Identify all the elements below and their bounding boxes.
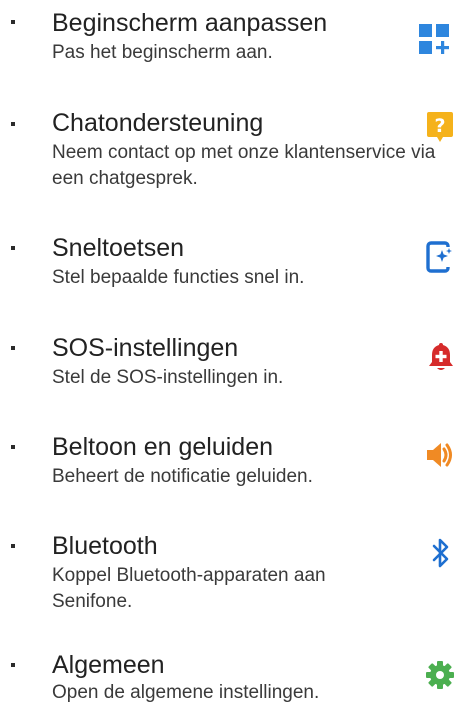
item-description: Open de algemene instellingen. [52, 682, 320, 703]
shortcut-phone-sparkle-icon [426, 241, 454, 273]
item-title: Beginscherm aanpassen [52, 9, 328, 37]
item-description: Stel bepaalde functies snel in. [52, 267, 305, 288]
item-description: Stel de SOS-instellingen in. [52, 367, 284, 388]
item-title: SOS-instellingen [52, 334, 239, 362]
sos-bell-icon [429, 343, 453, 370]
svg-text:?: ? [434, 115, 445, 137]
item-description: Koppel Bluetooth-apparaten aan Senifone. [52, 565, 326, 612]
item-title: Bluetooth [52, 532, 158, 560]
homescreen-grid-plus-icon [419, 24, 449, 54]
bullet [11, 445, 15, 449]
item-description: Beheert de notificatie geluiden. [52, 466, 313, 487]
bullet [11, 122, 15, 126]
bullet [11, 544, 15, 548]
item-title: Chatondersteuning [52, 109, 264, 137]
item-title: Algemeen [52, 651, 165, 679]
bullet [11, 663, 15, 667]
bullet [11, 20, 15, 24]
speaker-volume-icon [427, 443, 452, 467]
bullet [11, 346, 15, 350]
item-title: Beltoon en geluiden [52, 433, 274, 461]
item-description: Pas het beginscherm aan. [52, 42, 273, 63]
bluetooth-icon [432, 538, 449, 568]
gear-icon [426, 661, 454, 689]
bullet [11, 246, 15, 250]
chat-question-icon: ? [427, 112, 453, 142]
item-title: Sneltoetsen [52, 234, 185, 262]
item-description: Neem contact op met onze klantenservice … [52, 142, 436, 189]
